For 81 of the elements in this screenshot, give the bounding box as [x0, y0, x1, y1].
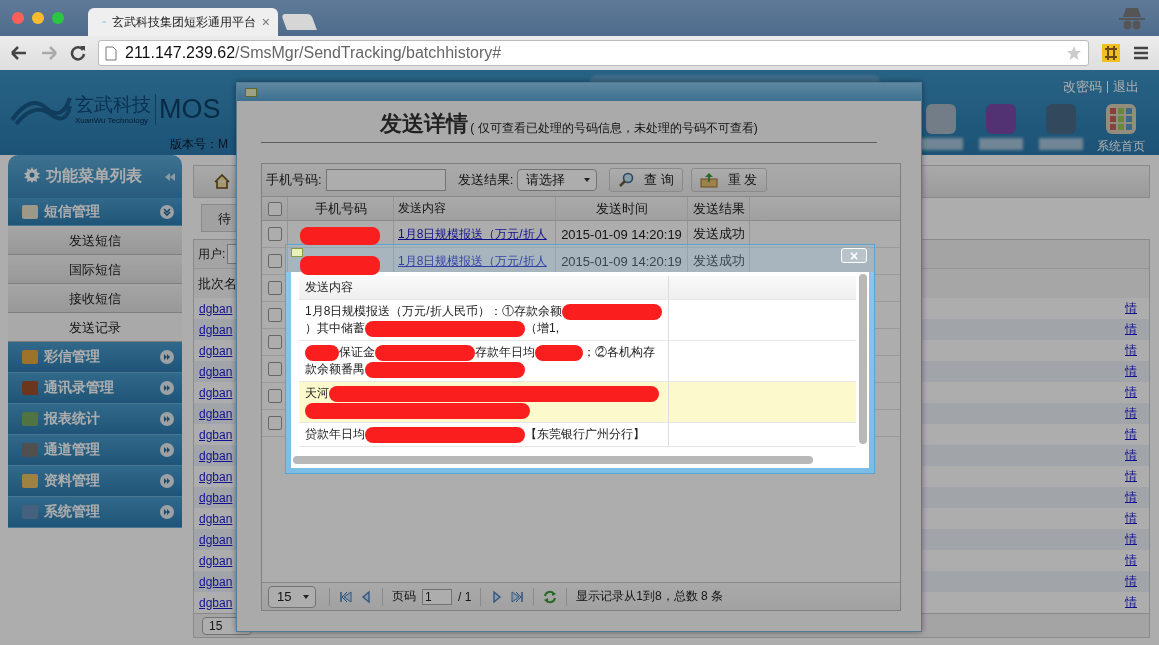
link[interactable]: 情 — [1125, 510, 1137, 527]
link[interactable]: dgban — [199, 343, 233, 358]
menu-item[interactable]: 接收短信 — [8, 284, 182, 313]
menu-item[interactable]: 发送记录 — [8, 313, 182, 342]
link[interactable]: dgban — [199, 511, 233, 526]
page-label: 页码 — [392, 588, 416, 605]
account-link[interactable]: 改密码 — [1063, 78, 1102, 96]
message-text: 1月8日规模报送（万元/折人民币）：①存款余额 — [305, 303, 562, 320]
link[interactable]: dgban — [199, 301, 233, 316]
message-text: （增1, — [525, 320, 559, 337]
field-label: 发送结果: — [457, 171, 514, 189]
message-text: 款余额番禺 — [305, 361, 365, 378]
page-size-select[interactable]: 15 — [268, 585, 316, 608]
column-header: 发送内容 — [299, 276, 669, 299]
link[interactable]: dgban — [199, 574, 233, 589]
message-text: 天河 — [305, 385, 329, 402]
nav-label[interactable]: 系统首页 — [1097, 138, 1145, 155]
result-select[interactable]: 请选择 — [517, 169, 598, 191]
column-header: 手机号码 — [288, 197, 394, 220]
message-link[interactable]: 1月8日规模报送（万元/折人 — [398, 252, 547, 270]
link[interactable]: dgban — [199, 553, 233, 568]
message-link[interactable]: 1月8日规模报送（万元/折人 — [398, 225, 547, 243]
column-header: 发送结果 — [688, 197, 750, 220]
message-text: ；②各机构存 — [583, 344, 655, 361]
link[interactable]: 情 — [1125, 531, 1137, 548]
field-label: 用户: — [198, 245, 226, 263]
table-cell: 2015-01-09 14:20:19 — [561, 253, 682, 269]
link[interactable]: dgban — [199, 385, 233, 400]
message-text: 保证金 — [339, 344, 375, 361]
table-cell: 2015-01-09 14:20:19 — [561, 226, 682, 242]
link[interactable]: 情 — [1125, 552, 1137, 569]
link[interactable]: 情 — [1125, 594, 1137, 611]
field-label: 手机号码: — [266, 171, 322, 189]
message-text: 【东莞银行广州分行】 — [525, 426, 645, 443]
link[interactable]: 情 — [1125, 300, 1137, 317]
column-header: 发送内容 — [394, 197, 556, 220]
column-header: 发送时间 — [556, 197, 688, 220]
link[interactable]: dgban — [199, 469, 233, 484]
account-link[interactable]: 退出 — [1113, 78, 1139, 96]
link[interactable]: 情 — [1125, 363, 1137, 380]
link[interactable]: 情 — [1125, 489, 1137, 506]
link[interactable]: 情 — [1125, 384, 1137, 401]
sidebar-title: 功能菜单列表 — [46, 166, 143, 186]
link[interactable]: 情 — [1125, 447, 1137, 464]
address-bar[interactable]: 211.147.239.62/SmsMgr/SendTracking/batchhistory# — [98, 40, 1089, 66]
link[interactable]: 情 — [1125, 405, 1137, 422]
version-label: 版本号：M — [170, 136, 228, 153]
link[interactable]: dgban — [199, 406, 233, 421]
pager-summary: 显示记录从1到8，总数 8 条 — [576, 588, 724, 605]
link[interactable]: 情 — [1125, 321, 1137, 338]
dialog-title: 发送详情 — [380, 110, 469, 138]
link[interactable]: dgban — [199, 364, 233, 379]
message-text: 存款年日均 — [475, 344, 535, 361]
tab-close-button[interactable]: × — [261, 14, 270, 30]
link[interactable]: dgban — [199, 532, 233, 547]
page-total: / 1 — [458, 589, 472, 604]
browser-tab[interactable]: 玄武科技集团短彩通用平台 × — [88, 8, 278, 36]
message-text: 贷款年日均 — [305, 426, 365, 443]
link[interactable]: 情 — [1125, 468, 1137, 485]
page-input[interactable]: 1 — [422, 588, 452, 605]
url-text: 211.147.239.62/SmsMgr/SendTracking/batchhistory# — [125, 44, 502, 62]
logo-subtitle: XuanWu Technology — [75, 115, 150, 125]
search-button[interactable]: 查 询 — [609, 168, 683, 192]
column-header: 批次名 — [198, 274, 237, 293]
link[interactable]: dgban — [199, 322, 233, 337]
dialog-subtitle: ( 仅可查看已处理的号码信息，未处理的号码不可查看) — [470, 120, 758, 137]
menu-item[interactable]: 国际短信 — [8, 255, 182, 284]
link[interactable]: 情 — [1125, 426, 1137, 443]
message-text: ）其中储蓄 — [305, 320, 365, 337]
link[interactable]: dgban — [199, 490, 233, 505]
product-name: MOS — [159, 93, 221, 125]
resend-button[interactable]: 重 发 — [690, 168, 767, 192]
link[interactable]: dgban — [199, 595, 233, 610]
link[interactable]: dgban — [199, 427, 233, 442]
menu-item[interactable]: 发送短信 — [8, 226, 182, 255]
link[interactable]: 情 — [1125, 573, 1137, 590]
tab-title: 玄武科技集团短彩通用平台 — [111, 13, 256, 31]
link[interactable]: dgban — [199, 448, 233, 463]
link[interactable]: 情 — [1125, 342, 1137, 359]
table-cell: 发送成功 — [692, 252, 745, 270]
table-cell: 发送成功 — [692, 225, 745, 243]
